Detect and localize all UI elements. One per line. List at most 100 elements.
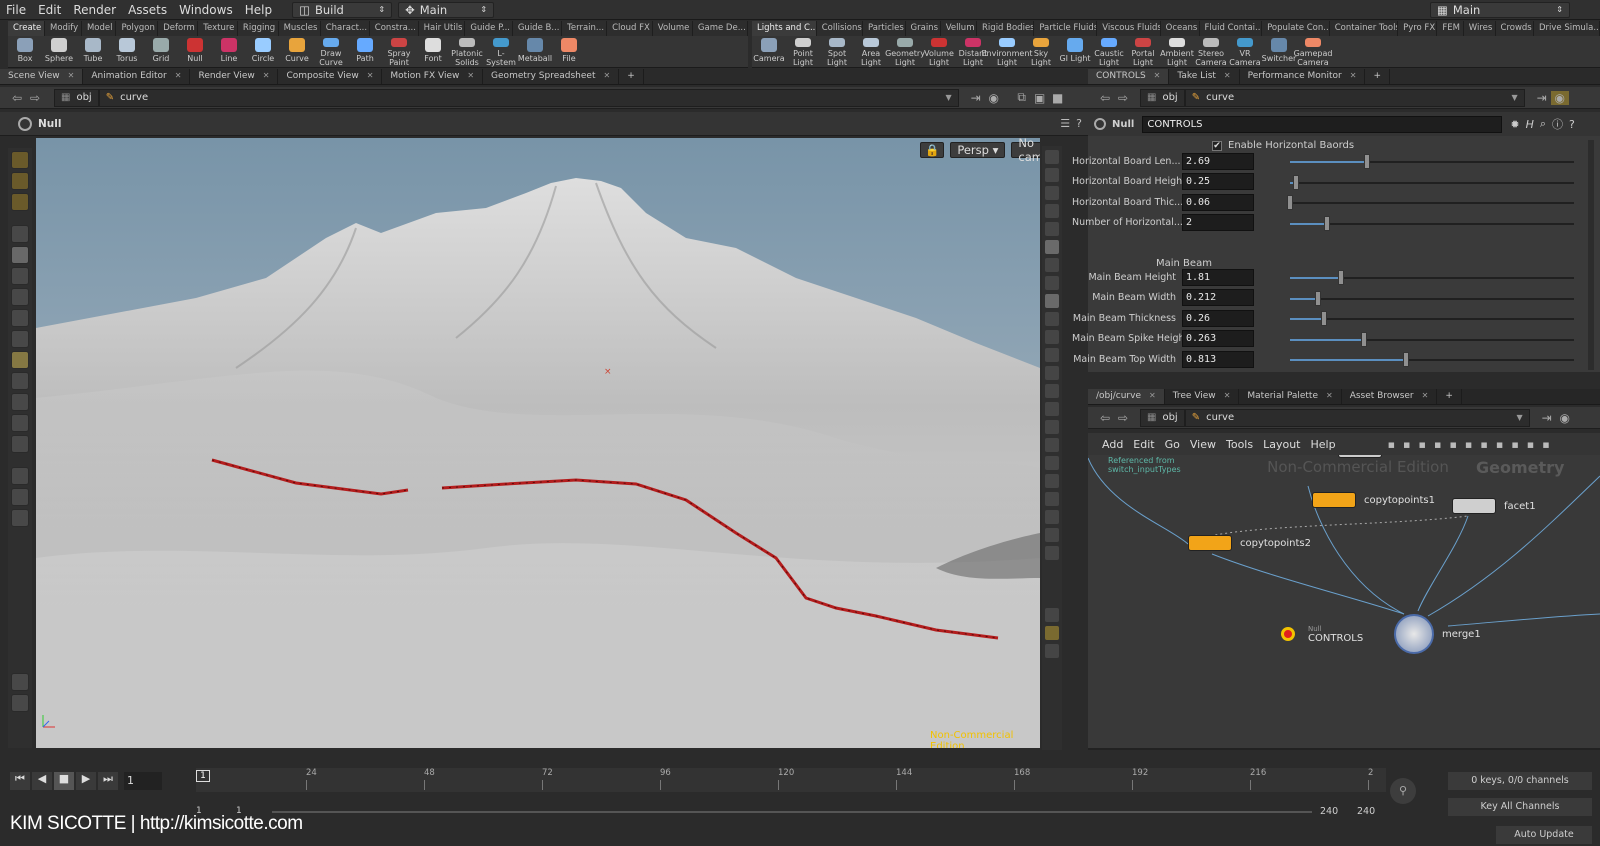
shelf-tab[interactable]: Guide B... — [513, 21, 563, 36]
node-controls[interactable]: Null CONTROLS — [1272, 618, 1363, 650]
scale-icon[interactable] — [11, 309, 29, 327]
shelf-tool[interactable]: Null — [178, 36, 212, 67]
pose-icon[interactable] — [11, 351, 29, 369]
transform-icon[interactable] — [11, 330, 29, 348]
rotate-icon[interactable] — [11, 288, 29, 306]
shelf-tab[interactable]: Deform — [158, 21, 199, 36]
shelf-tool[interactable]: Tube — [76, 36, 110, 67]
grid-icon[interactable]: ▪ — [1434, 438, 1441, 451]
shelf-tab[interactable]: Terrain... — [562, 21, 608, 36]
persp-dropdown[interactable]: Persp ▾ — [950, 142, 1006, 158]
pane-tab[interactable]: /obj/curve ✕ — [1088, 389, 1165, 404]
shelf-tab[interactable]: Cloud FX — [607, 21, 653, 36]
shelf-tab[interactable]: Collisions — [817, 21, 863, 36]
bulb-icon[interactable] — [1045, 258, 1059, 272]
shelf-tab[interactable]: Model — [82, 21, 117, 36]
handle-icon[interactable] — [11, 151, 29, 169]
menu-help[interactable]: Help — [239, 3, 278, 17]
node-name-field[interactable]: CONTROLS — [1142, 115, 1503, 133]
play-icon[interactable]: ▶ — [76, 772, 96, 790]
link-icon[interactable]: ◉ — [1556, 411, 1574, 425]
slider-knob[interactable] — [1403, 352, 1410, 367]
shelf-tool[interactable]: Circle — [246, 36, 280, 67]
shelf-tool[interactable]: Environment Light — [981, 36, 1033, 67]
quad-view-icon[interactable] — [1045, 626, 1059, 640]
shelf-tool[interactable]: Point Light — [786, 36, 820, 67]
scene-dropdown[interactable]: ✥ Main ⇕ — [398, 1, 495, 18]
pin-icon[interactable]: ⇥ — [967, 91, 985, 105]
eye-icon[interactable] — [1045, 150, 1059, 164]
network-menu-layout[interactable]: Layout — [1263, 438, 1300, 451]
link-icon[interactable]: ◉ — [1550, 90, 1569, 105]
param-slider[interactable] — [1290, 311, 1574, 326]
shelf-tab[interactable]: Grains — [906, 21, 941, 36]
shelf-tool[interactable]: Grid — [144, 36, 178, 67]
shelf-tab[interactable]: Muscles — [279, 21, 321, 36]
pane-tab[interactable]: Material Palette ✕ — [1239, 389, 1342, 404]
auto-update-dropdown[interactable]: Auto Update — [1496, 826, 1592, 844]
snap-grid-icon[interactable] — [11, 372, 29, 390]
menu-icon[interactable]: ☰ — [1060, 117, 1070, 130]
param-scrollbar[interactable] — [1588, 140, 1594, 370]
param-slider[interactable] — [1290, 270, 1574, 285]
add-tab-icon[interactable]: + — [1365, 69, 1390, 84]
node-merge1[interactable]: merge1 — [1394, 614, 1481, 654]
node-facet1[interactable]: facet1 — [1452, 498, 1536, 514]
node-copytopoints2[interactable]: copytopoints2 — [1188, 535, 1311, 551]
snap-icon[interactable] — [11, 172, 29, 190]
pane-tab[interactable]: Take List ✕ — [1169, 69, 1240, 84]
close-icon[interactable]: ✕ — [175, 71, 182, 80]
menu-edit[interactable]: Edit — [32, 3, 67, 17]
network-menu-go[interactable]: Go — [1165, 438, 1180, 451]
shelf-tab[interactable]: Rigid Bodies — [977, 21, 1035, 36]
menu-assets[interactable]: Assets — [122, 3, 173, 17]
timeline-bar[interactable]: 1 24 48 72 96 120 144 168 192 216 2 — [196, 768, 1386, 792]
param-slider[interactable] — [1287, 195, 1574, 210]
shelf-tool[interactable]: Area Light — [854, 36, 888, 67]
forward-icon[interactable]: ⇨ — [26, 91, 44, 105]
shelf-tab[interactable]: Populate Con... — [1262, 21, 1330, 36]
menu-render[interactable]: Render — [67, 3, 122, 17]
pin-icon[interactable]: ⇥ — [1533, 91, 1551, 105]
magnet-icon[interactable] — [11, 435, 29, 453]
pane-tab[interactable]: Animation Editor ✕ — [83, 69, 191, 84]
close-icon[interactable]: ✕ — [263, 71, 270, 80]
shelf-tab[interactable]: Create — [8, 21, 45, 36]
shelf-tool[interactable]: Gamepad Camera — [1294, 36, 1332, 67]
shelf-tab[interactable]: Modify — [45, 21, 82, 36]
sphere-view-icon[interactable] — [11, 488, 29, 506]
magnet-red-icon[interactable] — [11, 267, 29, 285]
camera-view-icon[interactable] — [1045, 294, 1059, 308]
param-value-field[interactable]: 0.212 — [1182, 289, 1254, 306]
search-icon[interactable]: ▪ — [1527, 438, 1534, 451]
tea-icon[interactable] — [11, 509, 29, 527]
shelf-tab[interactable]: Container Tools — [1330, 21, 1399, 36]
text-abc-icon[interactable] — [1045, 510, 1059, 524]
key-all-channels-button[interactable]: Key All Channels — [1448, 798, 1592, 816]
param-value-field[interactable]: 0.06 — [1182, 193, 1254, 211]
shelf-tool[interactable]: VR Camera — [1228, 36, 1262, 67]
slider-knob[interactable] — [1323, 215, 1330, 231]
shelf-tool[interactable]: File — [552, 36, 586, 67]
add-tab-icon[interactable]: + — [1437, 389, 1462, 404]
back-icon[interactable]: ⇦ — [1096, 411, 1114, 425]
jump-end-icon[interactable]: ⏭ — [98, 772, 118, 790]
param-slider[interactable] — [1290, 331, 1574, 347]
palette-icon[interactable]: ▪ — [1496, 438, 1503, 451]
pane-tab[interactable]: Render View ✕ — [190, 69, 279, 84]
shelf-tool[interactable]: Curve — [280, 36, 314, 67]
gear-icon[interactable]: ✹ — [1510, 118, 1519, 131]
uv-icon[interactable] — [1045, 456, 1059, 470]
shelf-tool[interactable]: Spot Light — [820, 36, 854, 67]
shelf-tab[interactable]: Pyro FX — [1398, 21, 1438, 36]
close-icon[interactable]: ✕ — [1224, 391, 1231, 400]
breadcrumb-obj[interactable]: ▦ obj — [54, 88, 99, 107]
param-slider[interactable] — [1290, 174, 1574, 190]
number-icon[interactable] — [1045, 402, 1059, 416]
close-icon[interactable]: ✕ — [1350, 71, 1357, 80]
back-icon[interactable]: ⇦ — [1096, 91, 1114, 105]
breadcrumb-curve[interactable]: ✎ curve ▼ — [98, 88, 959, 107]
param-value-field[interactable]: 2 — [1182, 214, 1254, 231]
pin-icon[interactable]: ⇥ — [1538, 411, 1556, 425]
forward-icon[interactable]: ⇨ — [1114, 91, 1132, 105]
